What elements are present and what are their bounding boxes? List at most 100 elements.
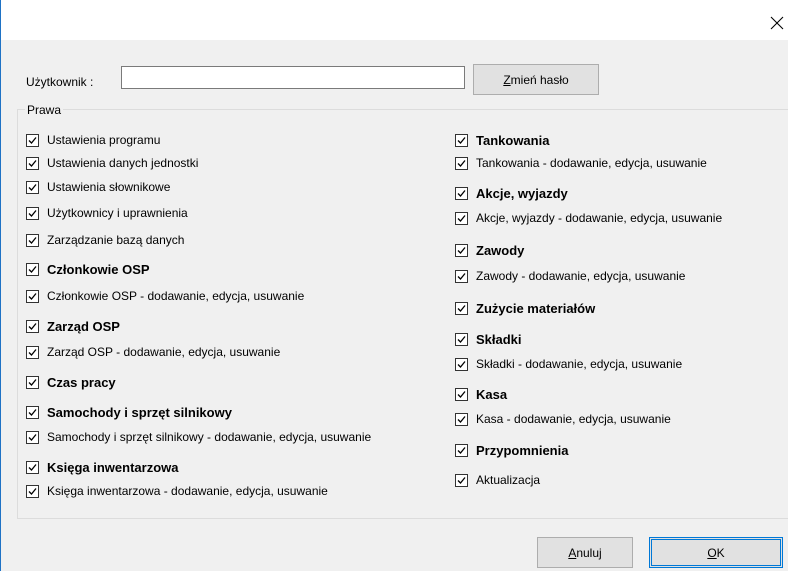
checkbox-box[interactable] bbox=[26, 460, 39, 474]
right-checkbox[interactable]: Aktualizacja bbox=[455, 471, 540, 489]
right-checkbox[interactable]: Czas pracy bbox=[26, 373, 116, 391]
checkbox-label: Zarządzanie bazą danych bbox=[47, 233, 185, 247]
change-password-label: mień hasło bbox=[510, 72, 569, 87]
right-checkbox[interactable]: Księga inwentarzowa bbox=[26, 458, 178, 476]
right-checkbox[interactable]: Zarząd OSP bbox=[26, 317, 120, 335]
right-checkbox[interactable]: Samochody i sprzęt silnikowy bbox=[26, 403, 232, 421]
checkbox-box[interactable] bbox=[455, 269, 468, 283]
checkmark-icon bbox=[28, 159, 37, 167]
checkbox-box[interactable] bbox=[455, 301, 468, 315]
change-password-button[interactable]: Zmień hasło bbox=[473, 64, 599, 95]
checkbox-label: Samochody i sprzęt silnikowy - dodawanie… bbox=[47, 430, 372, 444]
checkmark-icon bbox=[28, 487, 37, 495]
checkmark-icon bbox=[28, 433, 37, 441]
checkbox-label: Akcje, wyjazdy bbox=[476, 185, 568, 201]
checkbox-box[interactable] bbox=[26, 233, 39, 247]
right-checkbox[interactable]: Akcje, wyjazdy - dodawanie, edycja, usuw… bbox=[455, 209, 722, 227]
right-checkbox[interactable]: Zużycie materiałów bbox=[455, 299, 595, 317]
right-checkbox[interactable]: Składki - dodawanie, edycja, usuwanie bbox=[455, 355, 682, 373]
checkbox-box[interactable] bbox=[455, 332, 468, 346]
right-checkbox[interactable]: Zawody bbox=[455, 241, 524, 259]
right-checkbox[interactable]: Składki bbox=[455, 330, 522, 348]
ok-focus-ring bbox=[651, 539, 781, 566]
checkbox-label: Zużycie materiałów bbox=[476, 300, 596, 316]
close-icon[interactable] bbox=[770, 16, 788, 34]
right-checkbox[interactable]: Ustawienia danych jednostki bbox=[26, 154, 198, 172]
checkbox-box[interactable] bbox=[26, 484, 39, 498]
right-checkbox[interactable]: Członkowie OSP - dodawanie, edycja, usuw… bbox=[26, 287, 304, 305]
checkbox-box[interactable] bbox=[455, 186, 468, 200]
checkbox-label: Tankowania bbox=[476, 132, 550, 148]
right-checkbox[interactable]: Członkowie OSP bbox=[26, 260, 150, 278]
right-checkbox[interactable]: Użytkownicy i uprawnienia bbox=[26, 204, 188, 222]
checkbox-box[interactable] bbox=[455, 357, 468, 371]
right-checkbox[interactable]: Akcje, wyjazdy bbox=[455, 184, 568, 202]
checkbox-box[interactable] bbox=[26, 345, 39, 359]
checkmark-icon bbox=[457, 272, 466, 280]
checkmark-icon bbox=[28, 408, 37, 416]
checkbox-label: Kasa - dodawanie, edycja, usuwanie bbox=[476, 412, 671, 426]
right-checkbox[interactable]: Ustawienia programu bbox=[26, 131, 160, 149]
checkbox-box[interactable] bbox=[26, 375, 39, 389]
checkbox-label: Kasa bbox=[476, 386, 508, 402]
ok-button[interactable]: OK bbox=[649, 537, 783, 568]
cancel-label: nuluj bbox=[576, 545, 602, 560]
checkbox-label: Użytkownicy i uprawnienia bbox=[47, 206, 188, 220]
checkmark-icon bbox=[28, 236, 37, 244]
checkbox-box[interactable] bbox=[26, 319, 39, 333]
right-checkbox[interactable]: Kasa bbox=[455, 385, 507, 403]
checkmark-icon bbox=[457, 214, 466, 222]
checkbox-label: Aktualizacja bbox=[476, 473, 541, 487]
right-checkbox[interactable]: Ustawienia słownikowe bbox=[26, 178, 170, 196]
checkbox-box[interactable] bbox=[455, 133, 468, 147]
checkbox-label: Przypomnienia bbox=[476, 442, 569, 458]
checkbox-box[interactable] bbox=[26, 289, 39, 303]
checkbox-box[interactable] bbox=[26, 430, 39, 444]
checkbox-box[interactable] bbox=[26, 180, 39, 194]
checkbox-label: Członkowie OSP - dodawanie, edycja, usuw… bbox=[47, 289, 305, 303]
checkmark-icon bbox=[28, 209, 37, 217]
checkbox-label: Samochody i sprzęt silnikowy bbox=[47, 404, 232, 420]
checkbox-label: Zawody - dodawanie, edycja, usuwanie bbox=[476, 269, 686, 283]
right-checkbox[interactable]: Zarządzanie bazą danych bbox=[26, 231, 184, 249]
checkbox-box[interactable] bbox=[455, 211, 468, 225]
checkbox-box[interactable] bbox=[455, 443, 468, 457]
checkbox-box[interactable] bbox=[455, 412, 468, 426]
right-checkbox[interactable]: Tankowania bbox=[455, 131, 549, 149]
right-checkbox[interactable]: Zarząd OSP - dodawanie, edycja, usuwanie bbox=[26, 343, 280, 361]
checkbox-box[interactable] bbox=[26, 262, 39, 276]
right-checkbox[interactable]: Księga inwentarzowa - dodawanie, edycja,… bbox=[26, 482, 328, 500]
right-checkbox[interactable]: Tankowania - dodawanie, edycja, usuwanie bbox=[455, 154, 707, 172]
change-password-mnemonic: Z bbox=[503, 72, 511, 87]
window-border bbox=[0, 0, 1, 571]
cancel-mnemonic: A bbox=[568, 545, 577, 560]
checkbox-label: Ustawienia danych jednostki bbox=[47, 156, 199, 170]
checkbox-box[interactable] bbox=[455, 387, 468, 401]
checkbox-box[interactable] bbox=[455, 473, 468, 487]
checkmark-icon bbox=[457, 136, 466, 144]
checkbox-label: Ustawienia programu bbox=[47, 133, 161, 147]
checkmark-icon bbox=[28, 348, 37, 356]
checkbox-box[interactable] bbox=[26, 133, 39, 147]
user-input[interactable] bbox=[121, 66, 465, 89]
checkmark-icon bbox=[28, 183, 37, 191]
right-checkbox[interactable]: Kasa - dodawanie, edycja, usuwanie bbox=[455, 410, 671, 428]
checkmark-icon bbox=[457, 246, 466, 254]
checkbox-box[interactable] bbox=[26, 206, 39, 220]
checkbox-box[interactable] bbox=[26, 405, 39, 419]
checkbox-label: Składki bbox=[476, 331, 522, 347]
checkbox-label: Ustawienia słownikowe bbox=[47, 180, 171, 194]
checkmark-icon bbox=[457, 415, 466, 423]
checkmark-icon bbox=[457, 360, 466, 368]
cancel-button[interactable]: Anuluj bbox=[537, 537, 633, 568]
right-checkbox[interactable]: Zawody - dodawanie, edycja, usuwanie bbox=[455, 267, 685, 285]
right-checkbox[interactable]: Samochody i sprzęt silnikowy - dodawanie… bbox=[26, 428, 371, 446]
user-label: Użytkownik : bbox=[26, 75, 94, 89]
checkbox-box[interactable] bbox=[455, 243, 468, 257]
checkbox-label: Członkowie OSP bbox=[47, 261, 150, 277]
checkbox-box[interactable] bbox=[26, 156, 39, 170]
right-checkbox[interactable]: Przypomnienia bbox=[455, 441, 568, 459]
checkbox-label: Zawody bbox=[476, 242, 525, 258]
checkbox-box[interactable] bbox=[455, 156, 468, 170]
checkmark-icon bbox=[28, 292, 37, 300]
